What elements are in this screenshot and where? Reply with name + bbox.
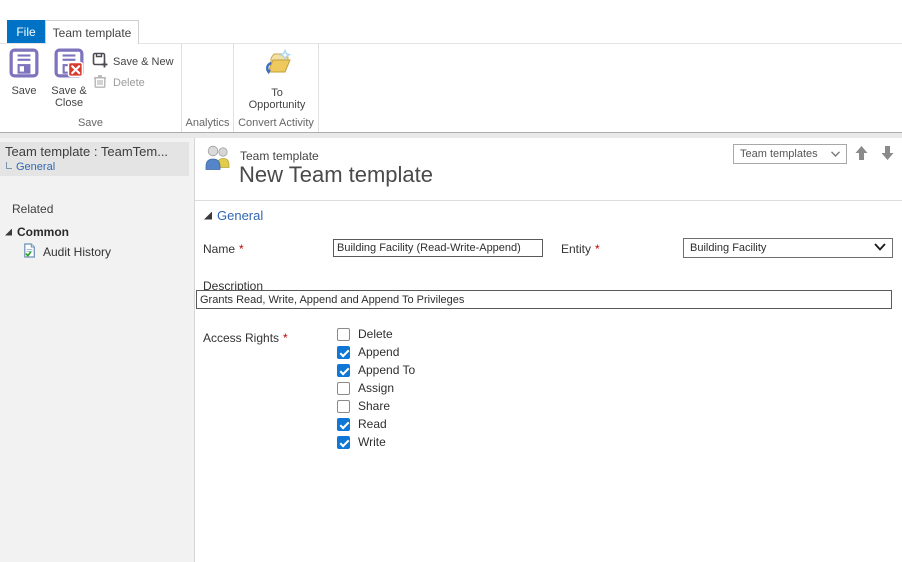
sidebar-related-heading: Related [12,202,54,216]
audit-history-icon [22,243,37,261]
delete-button[interactable]: Delete [92,73,145,92]
to-opportunity-label-1: To [271,87,283,99]
previous-record-button[interactable] [851,143,871,163]
ribbon-group-convert-activity: Convert Activity [238,117,314,129]
access-right-row[interactable]: Append [337,345,415,359]
save-button[interactable]: Save [2,48,46,97]
entity-field-label: Entity * [561,242,600,256]
sidebar-group-common[interactable]: Common [5,225,69,239]
section-general[interactable]: General [204,208,263,223]
ribbon-separator [318,44,319,132]
required-marker: * [283,331,288,345]
sidebar-record-title: Team template : TeamTem... [5,144,169,159]
expand-triangle-icon [5,228,12,236]
save-button-label: Save [11,85,37,97]
main-form: Team template New Team template Team tem… [195,138,902,562]
sidebar-general-label: General [16,161,56,173]
checkbox-label: Write [358,435,386,449]
checkbox-label: Read [358,417,387,431]
ribbon-group-save: Save [77,117,104,129]
sidebar-common-label: Common [17,225,69,239]
ribbon-group-analytics: Analytics [185,117,230,129]
checkbox-delete[interactable] [337,327,350,341]
save-and-close-icon [54,48,84,85]
access-right-row[interactable]: Append To [337,363,415,377]
name-input[interactable] [333,239,543,257]
checkbox-label: Append [358,345,400,359]
name-field-label: Name * [203,242,244,256]
chevron-down-icon [830,148,841,160]
checkbox-append-to[interactable] [337,363,350,377]
checkbox-label: Share [358,399,391,413]
audit-history-label: Audit History [43,245,112,259]
sidebar-current-record[interactable]: Team template : TeamTem... General [0,142,189,176]
save-and-new-label: Save & New [113,55,174,68]
save-and-close-label-2: Close [54,97,84,109]
crm-window: File Team template Save Save & Close Sav… [0,0,902,562]
delete-label: Delete [113,76,145,89]
checkbox-assign[interactable] [337,381,350,395]
access-right-row[interactable]: Share [337,399,415,413]
checkbox-label: Assign [358,381,395,395]
checkbox-label: Delete [358,327,393,341]
page-title: New Team template [239,162,434,187]
record-set-selector-value: Team templates [740,148,818,160]
checkbox-read[interactable] [337,417,350,431]
required-marker: * [239,242,244,256]
save-and-close-button[interactable]: Save & Close [47,48,91,109]
access-right-row[interactable]: Write [337,435,415,449]
access-right-row[interactable]: Read [337,417,415,431]
to-opportunity-label-2: Opportunity [248,99,306,111]
access-rights-field-label: Access Rights * [203,331,288,345]
sidebar: Team template : TeamTem... General Relat… [0,138,195,562]
access-right-row[interactable]: Delete [337,327,415,341]
entity-select-value: Building Facility [690,242,767,254]
team-template-entity-icon [204,144,232,177]
chevron-down-icon [874,242,886,254]
checkbox-label: Append To [358,363,416,377]
to-opportunity-button[interactable]: To Opportunity [236,48,318,111]
required-marker: * [595,242,600,256]
checkbox-write[interactable] [337,435,350,449]
corner-indent-icon [6,162,12,169]
save-icon [9,48,39,85]
description-input[interactable] [196,290,892,309]
ribbon: Save Save & Close Save & New Delete Save… [0,43,902,133]
sidebar-item-general[interactable]: General [5,161,185,173]
header-divider [195,200,902,201]
tab-team-template[interactable]: Team template [45,20,139,44]
access-right-row[interactable]: Assign [337,381,415,395]
next-record-button[interactable] [877,143,897,163]
entity-select[interactable]: Building Facility [683,238,893,258]
sidebar-item-audit-history[interactable]: Audit History [22,243,111,261]
checkbox-append[interactable] [337,345,350,359]
trash-icon [92,73,108,92]
record-set-selector[interactable]: Team templates [733,144,847,164]
checkbox-share[interactable] [337,399,350,413]
section-general-label: General [217,208,264,223]
save-and-new-button[interactable]: Save & New [92,52,174,71]
save-and-new-icon [92,52,108,71]
to-opportunity-icon [261,48,293,87]
save-and-close-label-1: Save & [51,85,87,97]
section-expand-icon [204,211,212,220]
access-rights-list: Delete Append Append To Assign Share Read Writ… [337,327,415,449]
tab-file[interactable]: File [7,20,45,43]
